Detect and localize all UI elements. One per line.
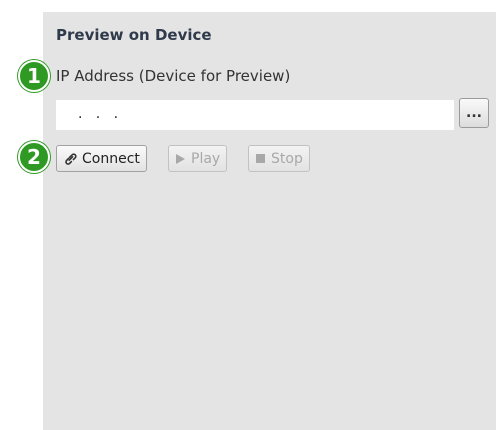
browse-device-button[interactable]: ... <box>459 98 489 128</box>
callout-badge-2: 2 <box>18 141 50 173</box>
play-button[interactable]: Play <box>168 145 228 172</box>
stop-label: Stop <box>271 150 303 167</box>
panel-title: Preview on Device <box>56 26 212 44</box>
link-icon <box>63 152 77 166</box>
play-label: Play <box>191 150 221 167</box>
ip-address-label: IP Address (Device for Preview) <box>56 67 291 85</box>
stop-button[interactable]: Stop <box>248 145 310 172</box>
more-icon: ... <box>466 105 482 121</box>
play-icon <box>175 153 186 165</box>
ip-address-input[interactable] <box>56 100 454 130</box>
connect-button[interactable]: Connect <box>56 145 147 172</box>
callout-badge-1: 1 <box>18 60 50 92</box>
connect-label: Connect <box>82 150 140 167</box>
stop-icon <box>255 153 266 164</box>
